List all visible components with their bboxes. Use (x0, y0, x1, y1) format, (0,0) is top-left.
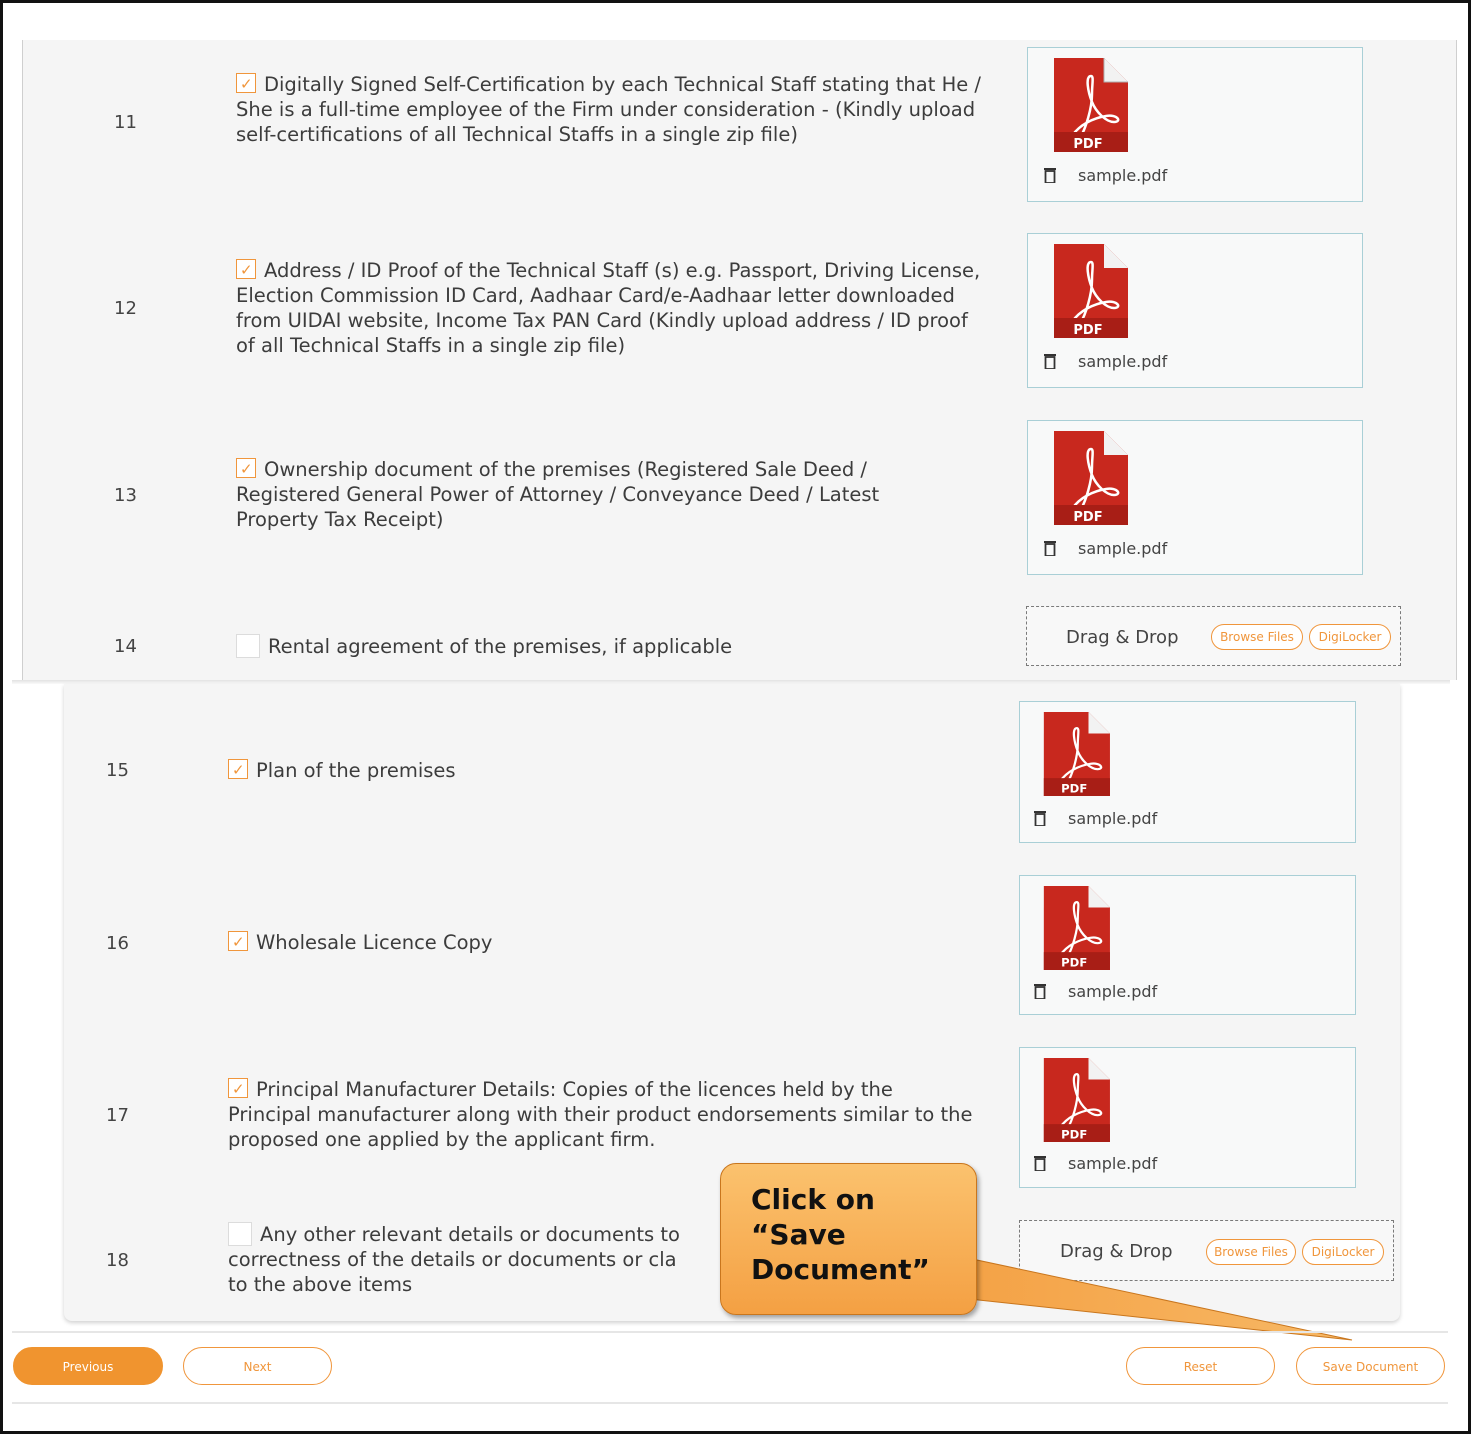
callout-text: Click on “Save Document” (751, 1182, 961, 1287)
callout-line: Click on (751, 1183, 875, 1216)
previous-button[interactable]: Previous (13, 1347, 163, 1385)
next-button[interactable]: Next (183, 1347, 332, 1385)
callout-line: Document” (751, 1253, 930, 1286)
callout-line: “Save (751, 1218, 846, 1251)
save-document-button[interactable]: Save Document (1296, 1347, 1445, 1385)
reset-button[interactable]: Reset (1126, 1347, 1275, 1385)
footer-divider-top (12, 1331, 1448, 1333)
footer-divider-bottom (12, 1402, 1448, 1404)
